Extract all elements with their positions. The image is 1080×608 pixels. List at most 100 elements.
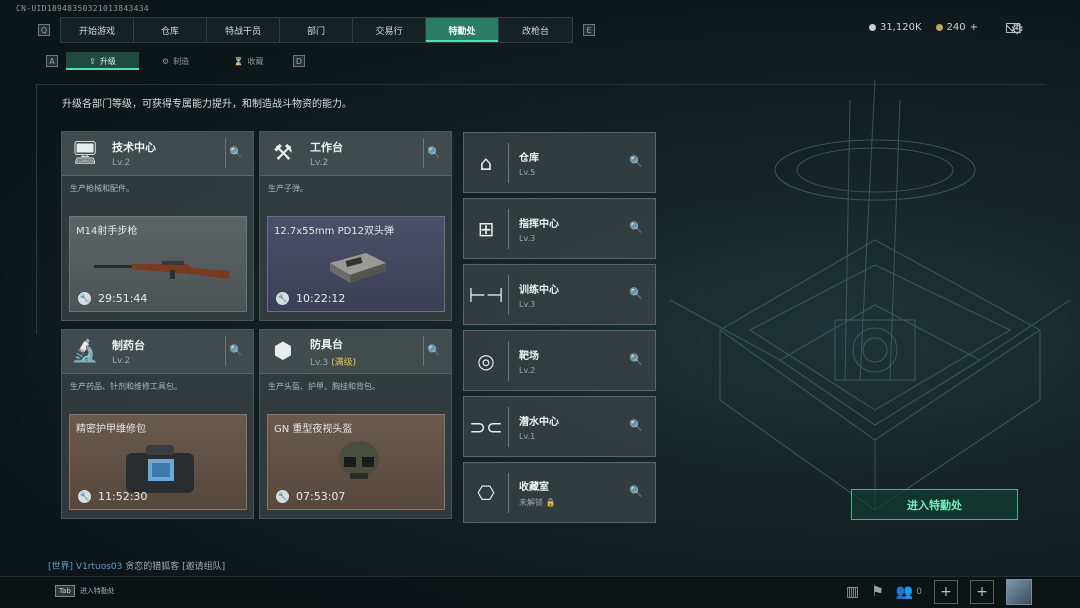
facility-level: Lv.3	[519, 233, 536, 243]
nav-tabs: 开始游戏 仓库 特战干员 部门 交易行 特勤处 改枪台	[60, 17, 573, 43]
silver-amount: 31,120K	[879, 22, 922, 33]
nav-next-key[interactable]: E	[583, 24, 595, 36]
craft-item-name: M14射手步枪	[76, 226, 138, 237]
friends-count: 0	[916, 587, 922, 597]
workshop-level: Lv.2	[112, 356, 131, 366]
tab-special-ops[interactable]: 特勤处	[426, 18, 499, 42]
gold-currency[interactable]: 240 +	[935, 22, 978, 33]
tab-hint-label: 进入特勤处	[79, 587, 115, 595]
facility-name: 指挥中心	[519, 218, 559, 230]
tools-icon: ⚒	[273, 141, 293, 166]
workshop-card-tech-center[interactable]: 🖥 技术中心 Lv.2 🔍 生产枪械和配件。 M14射手步枪 🔧 29:51:4…	[61, 131, 254, 321]
subnav-next-key[interactable]: D	[293, 55, 305, 67]
workshop-card-workbench[interactable]: ⚒ 工作台 Lv.2 🔍 生产子弹。 12.7x55mm PD12双头弹 🔧 1…	[259, 131, 452, 321]
stats-icon[interactable]: ▥	[846, 584, 859, 600]
sub-tabs: ⇪ 升级 ⚙ 制造 ⏳ 收藏	[66, 52, 285, 70]
subnav-prev-key[interactable]: A	[46, 55, 58, 67]
craft-item-name: 精密护甲维修包	[76, 424, 146, 435]
friends-button[interactable]: 👥 0	[896, 584, 922, 600]
craft-item-name: 12.7x55mm PD12双头弹	[274, 226, 395, 237]
facility-warehouse[interactable]: ⌂ 仓库 Lv.5 🔍	[463, 132, 656, 193]
gold-amount: 240	[946, 22, 966, 33]
craft-timer: 🔧 29:51:44	[78, 292, 147, 305]
search-icon[interactable]: 🔍	[629, 353, 643, 366]
chat-user[interactable]: V1rtuos03	[76, 562, 122, 572]
tab-start-game[interactable]: 开始游戏	[61, 18, 134, 42]
tab-warehouse[interactable]: 仓库	[134, 18, 207, 42]
divider	[508, 340, 509, 381]
tab-trading[interactable]: 交易行	[353, 18, 426, 42]
silver-currency[interactable]: 31,120K	[868, 22, 922, 33]
search-icon[interactable]: 🔍	[629, 419, 643, 432]
tab-hint[interactable]: Tab 进入特勤处	[55, 585, 115, 597]
rifle-image	[94, 261, 230, 279]
timer-value: 29:51:44	[98, 292, 148, 305]
craft-timer: 🔧 10:22:12	[276, 292, 345, 305]
enter-special-ops-button[interactable]: 进入特勤处	[851, 489, 1018, 520]
divider	[508, 142, 509, 183]
search-icon[interactable]: 🔍	[629, 485, 643, 498]
workshop-card-armory[interactable]: ⬢ 防具台 Lv.3 (满级) 🔍 生产头盔、护甲、胸挂和背包。 GN 重型夜视…	[259, 329, 452, 519]
tab-gunsmith[interactable]: 改枪台	[499, 18, 572, 42]
divider	[508, 472, 509, 513]
divider	[508, 406, 509, 447]
facility-hologram	[669, 79, 1071, 511]
craft-timer: 🔧 07:53:07	[276, 490, 345, 503]
subtab-upgrade[interactable]: ⇪ 升级	[66, 52, 139, 70]
facility-collection-room[interactable]: ⎔ 收藏室 未解锁 🔒 🔍	[463, 462, 656, 523]
nav-prev-key[interactable]: Q	[38, 24, 50, 36]
facility-command-center[interactable]: ⊞ 指挥中心 Lv.3 🔍	[463, 198, 656, 259]
facility-name: 训练中心	[519, 284, 559, 296]
timer-value: 07:53:07	[296, 490, 346, 503]
divider	[423, 336, 424, 366]
search-icon[interactable]: 🔍	[427, 344, 441, 357]
ammo-box-image	[330, 253, 386, 283]
diving-mask-icon: ⊃⊂	[469, 414, 503, 439]
facility-level: Lv.2	[519, 365, 536, 375]
add-squad-slot-button[interactable]: +	[934, 580, 958, 604]
facility-shooting-range[interactable]: ◎ 靶场 Lv.2 🔍	[463, 330, 656, 391]
chat-channel: [世界]	[48, 562, 74, 572]
workshop-name: 防具台	[310, 337, 343, 351]
tab-departments[interactable]: 部门	[280, 18, 353, 42]
wrench-icon: 🔧	[78, 292, 91, 305]
search-icon[interactable]: 🔍	[629, 287, 643, 300]
monitor-icon: 🖥	[71, 141, 99, 166]
max-level-badge: (满级)	[331, 357, 357, 368]
craft-slot[interactable]: 精密护甲维修包 🔧 11:52:30	[69, 414, 247, 510]
microscope-icon: 🔬	[71, 339, 99, 364]
subtab-label: 升级	[99, 56, 116, 66]
workshop-card-pharmacy[interactable]: 🔬 制药台 Lv.2 🔍 生产药品、针剂和维修工具包。 精密护甲维修包 🔧 11…	[61, 329, 254, 519]
facility-training-center[interactable]: ⊢⊣ 训练中心 Lv.3 🔍	[463, 264, 656, 325]
craft-slot[interactable]: 12.7x55mm PD12双头弹 🔧 10:22:12	[267, 216, 445, 312]
subtab-collection[interactable]: ⏳ 收藏	[212, 52, 285, 70]
vault-icon: ⎔	[477, 480, 495, 505]
workshop-desc: 生产药品、针剂和维修工具包。	[70, 382, 182, 391]
search-icon[interactable]: 🔍	[229, 146, 243, 159]
workshop-desc: 生产枪械和配件。	[70, 184, 134, 193]
tab-operators[interactable]: 特战干员	[207, 18, 280, 42]
search-icon[interactable]: 🔍	[427, 146, 441, 159]
craft-slot[interactable]: M14射手步枪 🔧 29:51:44	[69, 216, 247, 312]
chip-icon: ⊞	[477, 216, 495, 241]
add-gold-icon[interactable]: +	[970, 22, 978, 33]
add-squad-slot-button[interactable]: +	[970, 580, 994, 604]
workshop-name: 制药台	[112, 339, 145, 352]
chat-line[interactable]: [世界] V1rtuos03 贪恋的猎狐客 [邀请组队]	[48, 559, 225, 572]
gold-coin-icon	[935, 24, 943, 31]
flag-icon[interactable]: ⚑	[871, 584, 884, 600]
gear-icon[interactable]: ⚙	[1011, 20, 1024, 38]
warehouse-icon: ⌂	[479, 150, 493, 175]
divider	[508, 208, 509, 249]
search-icon[interactable]: 🔍	[229, 344, 243, 357]
page-description: 升级各部门等级，可获得专属能力提升，和制造战斗物资的能力。	[62, 99, 352, 110]
subtab-craft[interactable]: ⚙ 制造	[139, 52, 212, 70]
locked-status: 未解锁	[519, 497, 543, 507]
divider	[423, 138, 424, 168]
search-icon[interactable]: 🔍	[629, 155, 643, 168]
avatar[interactable]	[1006, 579, 1032, 605]
search-icon[interactable]: 🔍	[629, 221, 643, 234]
craft-slot[interactable]: GN 重型夜视头盔 🔧 07:53:07	[267, 414, 445, 510]
facility-diving-center[interactable]: ⊃⊂ 潜水中心 Lv.1 🔍	[463, 396, 656, 457]
facility-name: 仓库	[519, 152, 539, 164]
